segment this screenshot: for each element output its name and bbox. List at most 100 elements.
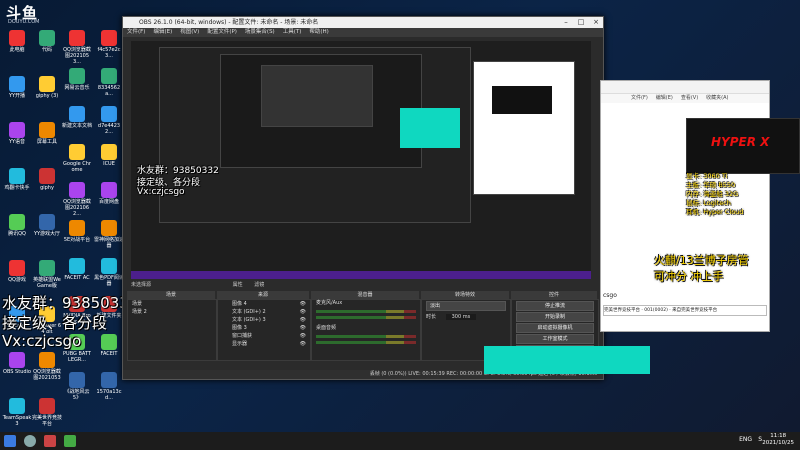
desktop-icon[interactable]: FACEIT bbox=[94, 334, 124, 357]
source-item[interactable]: 图像 4 👁 bbox=[218, 300, 310, 308]
clock[interactable]: 11:18 2021/10/25 bbox=[762, 433, 794, 447]
desktop-icon[interactable]: FACEIT AC bbox=[62, 258, 92, 281]
desktop-icon[interactable]: 此电脑 bbox=[2, 30, 32, 53]
desktop-icon[interactable]: OBS Studio bbox=[2, 352, 32, 375]
desktop-icon[interactable]: 8334562a... bbox=[94, 68, 124, 97]
filters-button[interactable]: 滤镜 bbox=[254, 282, 264, 288]
eye-icon[interactable]: 👁 bbox=[300, 300, 306, 308]
desktop-icon[interactable]: 腾讯QQ bbox=[2, 214, 32, 237]
maximize-icon[interactable]: □ bbox=[574, 17, 588, 28]
sources-dock[interactable]: 图像 4 👁 文本 (GDI+) 2 👁 文本 (GDI+) 3 👁 图像 3 👁 窗口捕获 👁 显… bbox=[217, 299, 311, 361]
desktop-icon[interactable]: 屏幕工具 bbox=[32, 122, 62, 145]
browser-titlebar bbox=[601, 81, 769, 94]
lang-indicator[interactable]: ENG bbox=[739, 436, 752, 443]
obs-titlebar: OBS 26.1.0 (64-bit, windows) - 配置文件: 未命名… bbox=[123, 17, 603, 28]
desktop-icon[interactable]: YY语音 bbox=[2, 122, 32, 145]
desktop-icon[interactable]: 网易云音乐 bbox=[62, 68, 92, 91]
spec-line: 鼠标: Logitech bbox=[686, 199, 731, 207]
mixer-dock[interactable]: 麦克风/Aux 桌面音频 bbox=[311, 299, 421, 361]
menu-item[interactable]: 帮助(H) bbox=[309, 28, 328, 37]
transition-select[interactable]: 淡出 bbox=[426, 301, 506, 311]
desktop-icon-label: FACEIT bbox=[100, 351, 118, 357]
scene-item[interactable]: 场景 2 bbox=[128, 308, 216, 316]
chat-input[interactable]: 完美世界竞技平台 · 001(0002) · 来自完美世界竞技平台 bbox=[603, 305, 767, 316]
desktop-icon[interactable]: QQ浏览器截图2021053... bbox=[62, 30, 92, 65]
desktop-icon[interactable]: 《战地风云 5》 bbox=[62, 372, 92, 401]
desktop-icon-label: 8334562a... bbox=[97, 85, 121, 97]
obs-window[interactable]: OBS 26.1.0 (64-bit, windows) - 配置文件: 未命名… bbox=[122, 16, 604, 380]
controls-dock-header: 控件 bbox=[511, 291, 597, 299]
scenes-dock[interactable]: 场景 场景 2 bbox=[127, 299, 217, 361]
source-item[interactable]: 文本 (GDI+) 2 👁 bbox=[218, 308, 310, 316]
menu-item[interactable]: 文件(F) bbox=[631, 94, 648, 103]
app-icon[interactable] bbox=[44, 435, 56, 447]
app-icon bbox=[101, 144, 117, 160]
desktop-icon[interactable]: 黑色PDF阅读器 bbox=[94, 258, 124, 287]
menu-item[interactable]: 场景集合(S) bbox=[245, 28, 275, 37]
duration-input[interactable]: 300 ms bbox=[445, 314, 477, 320]
minimize-icon[interactable]: – bbox=[559, 17, 573, 28]
control-button[interactable]: 启动虚拟摄像机 bbox=[516, 323, 594, 333]
desktop-icon[interactable]: giphy (3) bbox=[32, 76, 62, 99]
desktop-icon[interactable]: 英雄联盟WeGame版 bbox=[32, 260, 62, 289]
desktop-icon[interactable]: 代码 bbox=[32, 30, 62, 53]
source-item[interactable]: 文本 (GDI+) 3 👁 bbox=[218, 316, 310, 324]
source-item[interactable]: 显示器 👁 bbox=[218, 340, 310, 348]
app-icon bbox=[101, 372, 117, 388]
eye-icon[interactable]: 👁 bbox=[300, 316, 306, 324]
scene-item[interactable]: 场景 bbox=[128, 300, 216, 308]
desktop-icon[interactable]: TeamSpeak 3 bbox=[2, 398, 32, 427]
source-item[interactable]: 窗口捕获 👁 bbox=[218, 332, 310, 340]
app-icon[interactable] bbox=[64, 435, 76, 447]
eye-icon[interactable]: 👁 bbox=[300, 340, 306, 348]
spec-line: 耳机: Hyper Cloud bbox=[686, 208, 744, 216]
desktop-icon-label: 屏幕工具 bbox=[36, 139, 57, 145]
menu-item[interactable]: 查看(V) bbox=[681, 94, 698, 103]
desktop-icon[interactable]: 百度网盘 bbox=[94, 182, 124, 205]
desktop-icon[interactable]: giphy bbox=[32, 168, 62, 191]
menu-item[interactable]: 配置文件(P) bbox=[207, 28, 237, 37]
desktop-icon[interactable]: 鸡翻卡快手 bbox=[2, 168, 32, 191]
desktop-icon[interactable]: 新建文本文档 bbox=[62, 106, 92, 129]
control-button[interactable]: 工作室模式 bbox=[516, 334, 594, 344]
desktop-icon[interactable]: QQ浏览器截图2021062... bbox=[62, 182, 92, 217]
app-icon bbox=[101, 182, 117, 198]
control-button[interactable]: 开始录制 bbox=[516, 312, 594, 322]
desktop-icon[interactable]: QQ浏览器截图2021053 bbox=[32, 352, 62, 381]
start-icon[interactable] bbox=[4, 435, 16, 447]
overlay-right-2: 可冲分 冲上手 bbox=[654, 270, 724, 283]
control-button[interactable]: 停止推流 bbox=[516, 301, 594, 311]
menu-item[interactable]: 工具(T) bbox=[283, 28, 302, 37]
overlay-wechat: Vx:czjcsgo bbox=[2, 332, 82, 350]
desktop-icon[interactable]: YY开播 bbox=[2, 76, 32, 99]
menu-item[interactable]: 视图(V) bbox=[180, 28, 199, 37]
desktop-icon[interactable]: QQ游戏 bbox=[2, 260, 32, 283]
menu-item[interactable]: 收藏夹(A) bbox=[706, 94, 728, 103]
menu-item[interactable]: 文件(F) bbox=[127, 28, 145, 37]
eye-icon[interactable]: 👁 bbox=[300, 308, 306, 316]
properties-button[interactable]: 属性 bbox=[233, 282, 243, 288]
menu-item[interactable]: 编辑(E) bbox=[153, 28, 172, 37]
close-icon[interactable]: × bbox=[589, 17, 603, 28]
desktop-icon[interactable]: ICUE bbox=[94, 144, 124, 167]
app-icon bbox=[9, 168, 25, 184]
desktop-icon[interactable]: 1570a13cd... bbox=[94, 372, 124, 401]
source-label: 图像 4 bbox=[232, 301, 247, 307]
desktop-icon[interactable]: 完美世界竞技平台 bbox=[32, 398, 62, 427]
search-icon[interactable] bbox=[24, 435, 36, 447]
obs-preview[interactable]: 水友群：93850332 接定级、各分段 Vx:czjcsgo bbox=[131, 41, 591, 279]
desktop-icon[interactable]: YY游戏大厅 bbox=[32, 214, 62, 237]
app-icon bbox=[9, 398, 25, 414]
desktop-icon[interactable]: 雷神网络加速器 bbox=[94, 220, 124, 249]
eye-icon[interactable]: 👁 bbox=[300, 332, 306, 340]
desktop-icon[interactable]: d7e44232... bbox=[94, 106, 124, 135]
desktop-icon[interactable]: Google Chrome bbox=[62, 144, 92, 173]
obs-title-text: OBS 26.1.0 (64-bit, windows) - 配置文件: 未命名… bbox=[139, 19, 319, 26]
chat-input-label: csgo bbox=[603, 291, 767, 301]
source-item[interactable]: 图像 3 👁 bbox=[218, 324, 310, 332]
menu-item[interactable]: 编辑(E) bbox=[656, 94, 673, 103]
desktop-icon[interactable]: f4c57e2c3... bbox=[94, 30, 124, 59]
desktop-icon[interactable]: 5E对战平台 bbox=[62, 220, 92, 243]
clock-time: 11:18 bbox=[770, 433, 787, 439]
eye-icon[interactable]: 👁 bbox=[300, 324, 306, 332]
